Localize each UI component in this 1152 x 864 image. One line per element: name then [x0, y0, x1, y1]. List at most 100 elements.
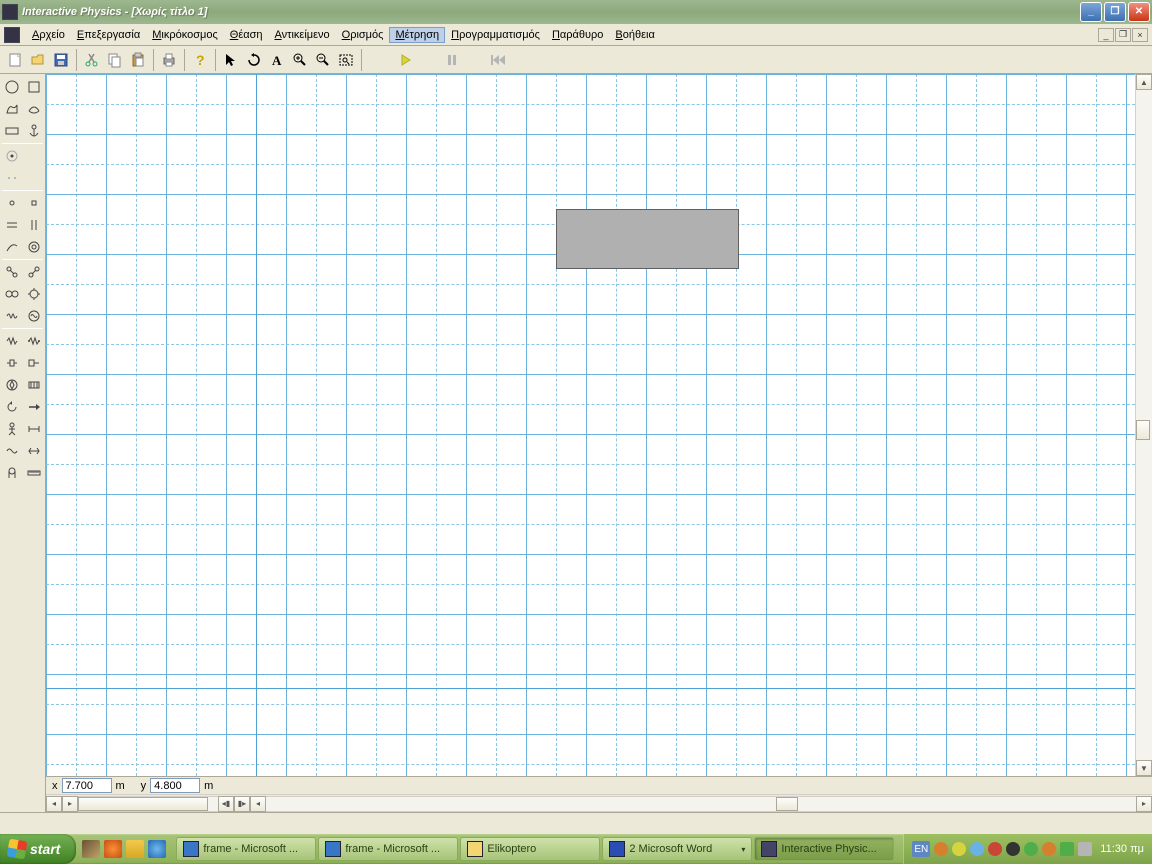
damper2-tool[interactable] — [24, 353, 44, 373]
zoom-in-button[interactable] — [289, 49, 311, 71]
damper-tool[interactable] — [2, 353, 22, 373]
anchor-tool[interactable] — [24, 121, 44, 141]
square-point-tool[interactable] — [24, 193, 44, 213]
point-tool[interactable] — [2, 193, 22, 213]
menu-αρχείο[interactable]: Αρχείο — [26, 27, 71, 43]
tray-icon[interactable] — [1024, 842, 1038, 856]
tray-icon[interactable] — [1006, 842, 1020, 856]
maximize-button[interactable]: ❐ — [1104, 2, 1126, 22]
motor-tool[interactable] — [2, 375, 22, 395]
save-button[interactable] — [50, 49, 72, 71]
square-tool[interactable] — [24, 77, 44, 97]
scroll-down-button[interactable]: ▼ — [1136, 760, 1152, 776]
start-button[interactable]: start — [0, 834, 76, 864]
task-button[interactable]: Interactive Physic... — [754, 837, 894, 861]
pointer-button[interactable] — [220, 49, 242, 71]
menu-βοήθεια[interactable]: Βοήθεια — [609, 27, 660, 43]
task-button[interactable]: frame - Microsoft ... — [318, 837, 458, 861]
x-value-field[interactable]: 7.700 — [62, 778, 112, 793]
vertical-scrollbar[interactable]: ▲ ▼ — [1135, 74, 1152, 776]
menu-μικρόκοσμος[interactable]: Μικρόκοσμος — [146, 27, 224, 43]
force-arrow-tool[interactable] — [24, 397, 44, 417]
minimize-button[interactable]: _ — [1080, 2, 1102, 22]
task-button[interactable]: 2 Microsoft Word▾ — [602, 837, 752, 861]
tray-icon[interactable] — [934, 842, 948, 856]
frame-prev-button[interactable]: ◂ — [46, 796, 62, 812]
menu-θέαση[interactable]: Θέαση — [224, 27, 269, 43]
person-tool[interactable] — [2, 419, 22, 439]
link1-tool[interactable] — [2, 262, 22, 282]
rotate-button[interactable] — [243, 49, 265, 71]
menu-επεξεργασία[interactable]: Επεξεργασία — [71, 27, 146, 43]
tray-icon[interactable] — [988, 842, 1002, 856]
title-bar[interactable]: Interactive Physics - [Χωρίς τίτλο 1] _ … — [0, 0, 1152, 24]
polygon-tool[interactable] — [2, 99, 22, 119]
outlook-icon[interactable] — [126, 840, 144, 858]
menu-παράθυρο[interactable]: Παράθυρο — [546, 27, 609, 43]
frame-step-fwd-button[interactable]: ▮▸ — [234, 796, 250, 812]
cut-button[interactable] — [81, 49, 103, 71]
help-button[interactable]: ? — [189, 49, 211, 71]
close-button[interactable]: ✕ — [1128, 2, 1150, 22]
pause-button[interactable] — [432, 51, 472, 69]
menu-ορισμός[interactable]: Ορισμός — [336, 27, 390, 43]
paste-button[interactable] — [127, 49, 149, 71]
mdi-close-button[interactable]: × — [1132, 28, 1148, 42]
tray-icon[interactable] — [952, 842, 966, 856]
vlines-tool[interactable] — [24, 215, 44, 235]
coil-tool[interactable] — [2, 306, 22, 326]
scroll-left-button[interactable]: ◂ — [250, 796, 266, 812]
tray-icon[interactable] — [970, 842, 984, 856]
dots-tool[interactable] — [2, 168, 22, 188]
spring-tool[interactable] — [2, 331, 22, 351]
mdi-minimize-button[interactable]: _ — [1098, 28, 1114, 42]
gear-tool[interactable] — [24, 284, 44, 304]
mdi-restore-button[interactable]: ❐ — [1115, 28, 1131, 42]
tray-icon[interactable] — [1078, 842, 1092, 856]
coil2-tool[interactable] — [24, 306, 44, 326]
lines-tool[interactable] — [2, 215, 22, 235]
play-button[interactable] — [386, 51, 426, 69]
menu-μέτρηση[interactable]: Μέτρηση — [389, 27, 445, 43]
ruler-tool[interactable] — [24, 463, 44, 483]
circle-tool[interactable] — [2, 77, 22, 97]
gear-link-tool[interactable] — [2, 284, 22, 304]
menu-αντικείμενο[interactable]: Αντικείμενο — [268, 27, 335, 43]
ie-icon[interactable] — [148, 840, 166, 858]
document-icon[interactable] — [4, 27, 20, 43]
copy-button[interactable] — [104, 49, 126, 71]
rect-tool[interactable] — [2, 121, 22, 141]
open-button[interactable] — [27, 49, 49, 71]
pulley-tool[interactable] — [2, 463, 22, 483]
scroll-right-button[interactable]: ▸ — [1136, 796, 1152, 812]
menu-προγραμματισμός[interactable]: Προγραμματισμός — [445, 27, 546, 43]
link2-tool[interactable] — [24, 262, 44, 282]
print-button[interactable] — [158, 49, 180, 71]
new-button[interactable] — [4, 49, 26, 71]
rectangle-object[interactable] — [556, 209, 739, 269]
tray-icon[interactable] — [1060, 842, 1074, 856]
frame-step-back-button[interactable]: ◂▮ — [218, 796, 234, 812]
scroll-up-button[interactable]: ▲ — [1136, 74, 1152, 90]
canvas[interactable] — [46, 74, 1135, 776]
y-value-field[interactable]: 4.800 — [150, 778, 200, 793]
task-button[interactable]: frame - Microsoft ... — [176, 837, 316, 861]
motor2-tool[interactable] — [24, 375, 44, 395]
curved-tool[interactable] — [24, 99, 44, 119]
spring2-tool[interactable] — [24, 331, 44, 351]
hbar-tool[interactable] — [24, 419, 44, 439]
text-button[interactable]: A — [266, 49, 288, 71]
zoom-out-button[interactable] — [312, 49, 334, 71]
wave-tool[interactable] — [2, 441, 22, 461]
rewind-button[interactable] — [478, 51, 518, 69]
hmove-tool[interactable] — [24, 441, 44, 461]
center-point-tool[interactable] — [2, 146, 22, 166]
language-indicator[interactable]: EN — [912, 841, 930, 857]
force-ccw-tool[interactable] — [2, 397, 22, 417]
frame-play-button[interactable]: ▸ — [62, 796, 78, 812]
arc-tool[interactable] — [2, 237, 22, 257]
show-desktop-icon[interactable] — [82, 840, 100, 858]
firefox-icon[interactable] — [104, 840, 122, 858]
clock[interactable]: 11:30 πμ — [1100, 843, 1144, 855]
timeline-scrollbar[interactable]: ◂ ▸ ◂▮ ▮▸ ◂ ▸ — [46, 794, 1152, 812]
